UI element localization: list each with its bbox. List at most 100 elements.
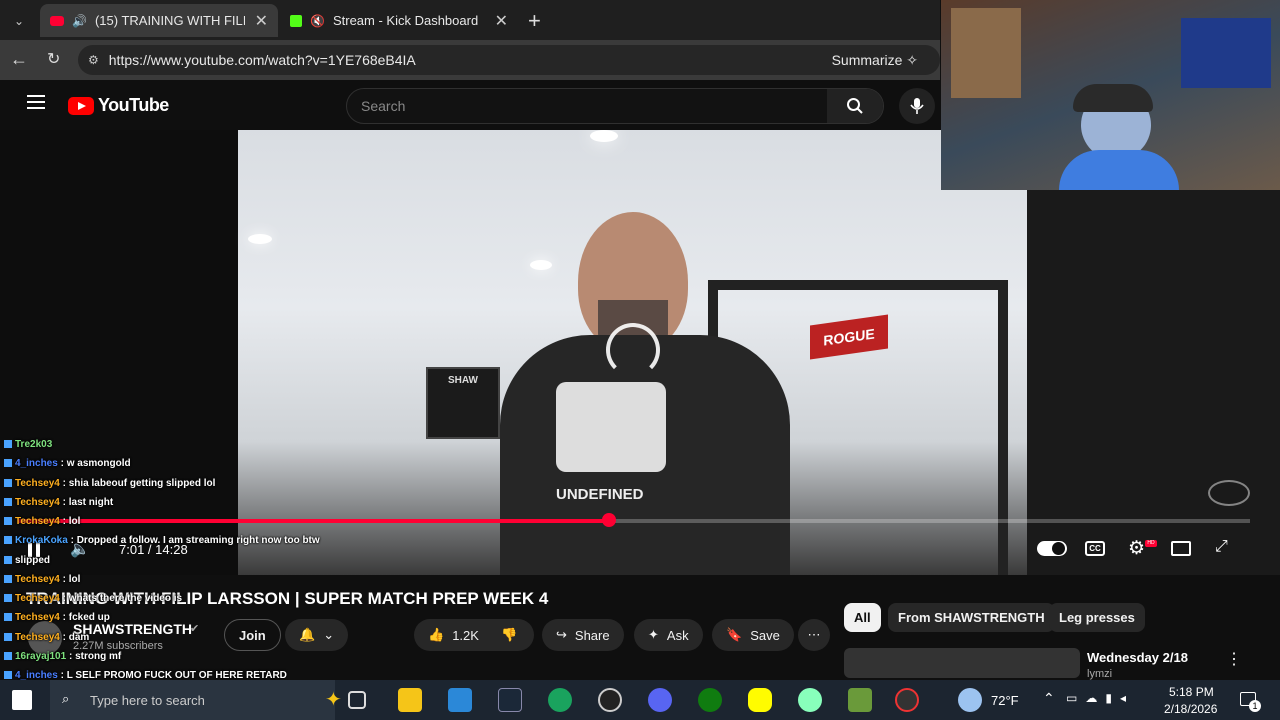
chat-message: Techsey4 : fcked up	[4, 612, 110, 623]
chat-username[interactable]: KrokaKoka	[15, 535, 68, 546]
back-arrow-icon[interactable]: ←	[10, 49, 28, 70]
chat-text: fcked up	[68, 612, 110, 623]
task-view-icon[interactable]	[348, 691, 366, 709]
captions-icon[interactable]: CC	[1085, 541, 1105, 556]
thumbs-down-icon[interactable]: 👎	[501, 627, 517, 643]
snapchat-icon[interactable]	[748, 688, 772, 712]
kick-favicon-icon	[290, 14, 302, 27]
chat-text: w asmongold	[66, 458, 131, 469]
search-highlight-icon: ✦	[325, 689, 342, 711]
share-arrow-icon: ↪	[556, 627, 567, 642]
speaker-icon[interactable]: 🔊	[72, 14, 87, 28]
chevron-up-icon[interactable]: ⌃	[1043, 690, 1055, 707]
chat-username[interactable]: 16rayaj101	[15, 651, 66, 662]
chat-username[interactable]: Techsey4	[15, 574, 60, 585]
chat-username[interactable]: Techsey4	[15, 516, 60, 527]
clock-time[interactable]: 5:18 PM	[1169, 685, 1214, 699]
new-tab-plus-icon[interactable]: +	[528, 8, 541, 34]
site-info-icon[interactable]: ⚙	[88, 53, 99, 67]
chat-badge-icon	[4, 633, 12, 642]
muted-speaker-icon[interactable]: 🔇	[310, 14, 325, 28]
summarize-label: Summarize	[831, 52, 903, 68]
fullscreen-icon[interactable]: ⤢	[1215, 538, 1228, 556]
tab-title: (15) TRAINING WITH FILIP LA	[94, 13, 245, 28]
recommended-more-icon[interactable]: ⋮	[1226, 649, 1242, 669]
chat-username[interactable]: 4_inches	[15, 458, 58, 469]
chat-message: slipped	[4, 555, 50, 566]
search-box[interactable]: Search	[346, 88, 884, 124]
chat-username[interactable]: Techsey4	[15, 593, 60, 604]
chat-username[interactable]: Techsey4	[15, 632, 60, 643]
chip-all[interactable]: All	[844, 603, 881, 632]
file-explorer-icon[interactable]	[398, 688, 422, 712]
summarize-button[interactable]: Summarize ✧	[832, 52, 918, 69]
chat-separator: :	[59, 497, 69, 508]
chat-message: Techsey4 : dam	[4, 632, 89, 643]
steam-icon[interactable]	[498, 688, 522, 712]
save-button[interactable]: 🔖 Save	[712, 619, 794, 651]
channel-watermark-icon[interactable]	[1208, 480, 1250, 506]
share-button[interactable]: ↪ Share	[542, 619, 624, 651]
loading-spinner-icon	[606, 323, 660, 377]
windows-start-icon[interactable]	[12, 690, 32, 710]
stream-chat-overlay: Tre2k03 4_inches : w asmongold Techsey4 : …	[0, 415, 340, 720]
obs-icon[interactable]	[598, 688, 622, 712]
tab-youtube[interactable]: 🔊 (15) TRAINING WITH FILIP LA ✕	[40, 4, 278, 37]
chat-username[interactable]: Techsey4	[15, 612, 60, 623]
shaw-strength-sign: SHAW	[426, 367, 500, 439]
weather-temp[interactable]: 72°F	[991, 693, 1019, 708]
chip-from-channel[interactable]: From SHAWSTRENGTH	[888, 603, 1055, 632]
edge-browser-icon[interactable]	[548, 688, 572, 712]
chip-leg-presses[interactable]: Leg presses	[1049, 603, 1145, 632]
search-button[interactable]	[827, 89, 883, 123]
chat-badge-icon	[4, 652, 12, 661]
chat-separator: :	[59, 574, 69, 585]
chat-separator: :	[59, 478, 69, 489]
settings-gear-icon[interactable]: ⚙	[1128, 537, 1145, 560]
chat-text: whats there the video is	[68, 593, 183, 604]
theater-mode-icon[interactable]	[1171, 541, 1191, 556]
chat-badge-icon	[4, 479, 12, 488]
reload-icon[interactable]: ↻	[47, 49, 60, 69]
hamburger-menu-icon[interactable]	[27, 95, 45, 109]
recommended-thumbnail[interactable]	[844, 648, 1080, 678]
youtube-logo[interactable]: YouTube	[68, 95, 169, 116]
chat-message: Tre2k03	[4, 439, 52, 450]
close-tab-icon[interactable]: ✕	[495, 11, 508, 31]
xbox-icon[interactable]	[698, 688, 722, 712]
chat-username[interactable]: Tre2k03	[15, 439, 52, 450]
chat-separator: :	[59, 593, 69, 604]
address-bar[interactable]: ⚙ https://www.youtube.com/watch?v=1YE768…	[78, 45, 940, 75]
chess-icon[interactable]	[848, 688, 872, 712]
close-tab-icon[interactable]: ✕	[255, 11, 268, 31]
clock-date[interactable]: 2/18/2026	[1164, 702, 1217, 716]
tab-kick-dashboard[interactable]: 🔇 Stream - Kick Dashboard ✕	[280, 4, 518, 37]
chat-username[interactable]: Techsey4	[15, 478, 60, 489]
chat-username[interactable]: Techsey4	[15, 497, 60, 508]
chat-message: Techsey4 : lol	[4, 574, 80, 585]
discord-icon[interactable]	[648, 688, 672, 712]
progress-scrubber-handle[interactable]	[602, 513, 616, 527]
recording-app-icon[interactable]	[895, 688, 919, 712]
tray-icons[interactable]: ▭☁▮◂	[1066, 691, 1134, 705]
taskbar-search-box[interactable]: ⌕ Type here to search ✦	[50, 680, 342, 720]
ceiling-light	[530, 260, 552, 270]
voice-search-button[interactable]	[899, 88, 935, 124]
autoplay-toggle[interactable]	[1037, 541, 1067, 556]
microphone-icon	[910, 98, 924, 114]
chat-badge-icon	[4, 498, 12, 507]
chat-text: slipped	[15, 555, 51, 566]
chat-badge-icon	[4, 594, 12, 603]
chat-badge-icon	[4, 459, 12, 468]
like-button[interactable]: 👍 1.2K 👎	[414, 619, 534, 651]
search-input[interactable]: Search	[361, 98, 405, 114]
more-actions-button[interactable]: ⋯	[798, 619, 830, 651]
recommended-title[interactable]: Wednesday 2/18	[1087, 650, 1188, 665]
bookmark-icon: 🔖	[726, 627, 743, 642]
app-icon[interactable]	[798, 688, 822, 712]
tab-list-chevron-icon[interactable]: ⌄	[8, 10, 30, 32]
chat-message: KrokaKoka : Dropped a follow. I am strea…	[4, 535, 320, 546]
microsoft-store-icon[interactable]	[448, 688, 472, 712]
shirt-text: UNDEFINED	[556, 486, 644, 503]
ask-button[interactable]: ✦ Ask	[634, 619, 703, 651]
